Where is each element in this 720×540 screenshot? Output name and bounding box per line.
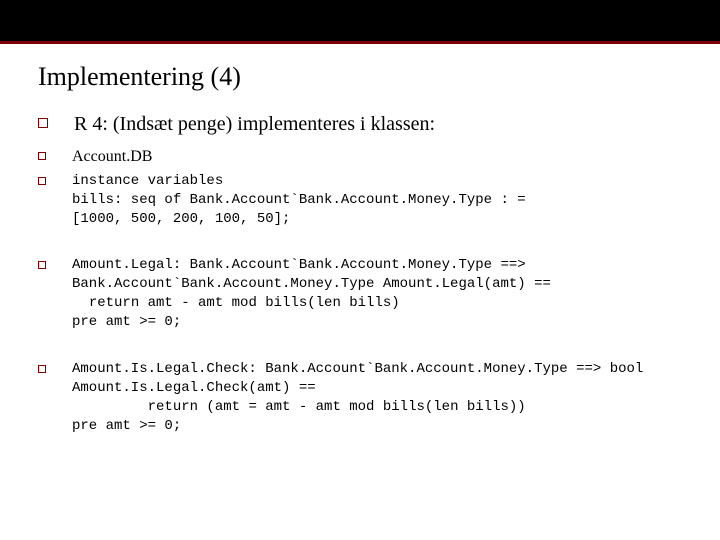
item-code: instance variables bills: seq of Bank.Ac… — [72, 172, 688, 229]
list-item: Amount.Is.Legal.Check: Bank.Account`Bank… — [38, 360, 688, 436]
item-text: R 4: (Indsæt penge) implementeres i klas… — [74, 112, 688, 137]
list-item: instance variables bills: seq of Bank.Ac… — [38, 172, 688, 229]
bullet-icon — [38, 261, 46, 269]
item-code: Amount.Is.Legal.Check: Bank.Account`Bank… — [72, 360, 688, 436]
bullet-icon — [38, 177, 46, 185]
title-bar — [0, 0, 720, 44]
item-text: Account.DB — [72, 147, 688, 168]
bullet-list: R 4: (Indsæt penge) implementeres i klas… — [38, 112, 688, 436]
item-code: Amount.Legal: Bank.Account`Bank.Account.… — [72, 256, 688, 332]
list-item: Account.DB — [38, 147, 688, 168]
bullet-icon — [38, 118, 48, 128]
slide-title: Implementering (4) — [38, 62, 688, 92]
slide-content: Implementering (4) R 4: (Indsæt penge) i… — [0, 44, 720, 474]
list-item: R 4: (Indsæt penge) implementeres i klas… — [38, 112, 688, 137]
bullet-icon — [38, 365, 46, 373]
bullet-icon — [38, 152, 46, 160]
list-item: Amount.Legal: Bank.Account`Bank.Account.… — [38, 256, 688, 332]
